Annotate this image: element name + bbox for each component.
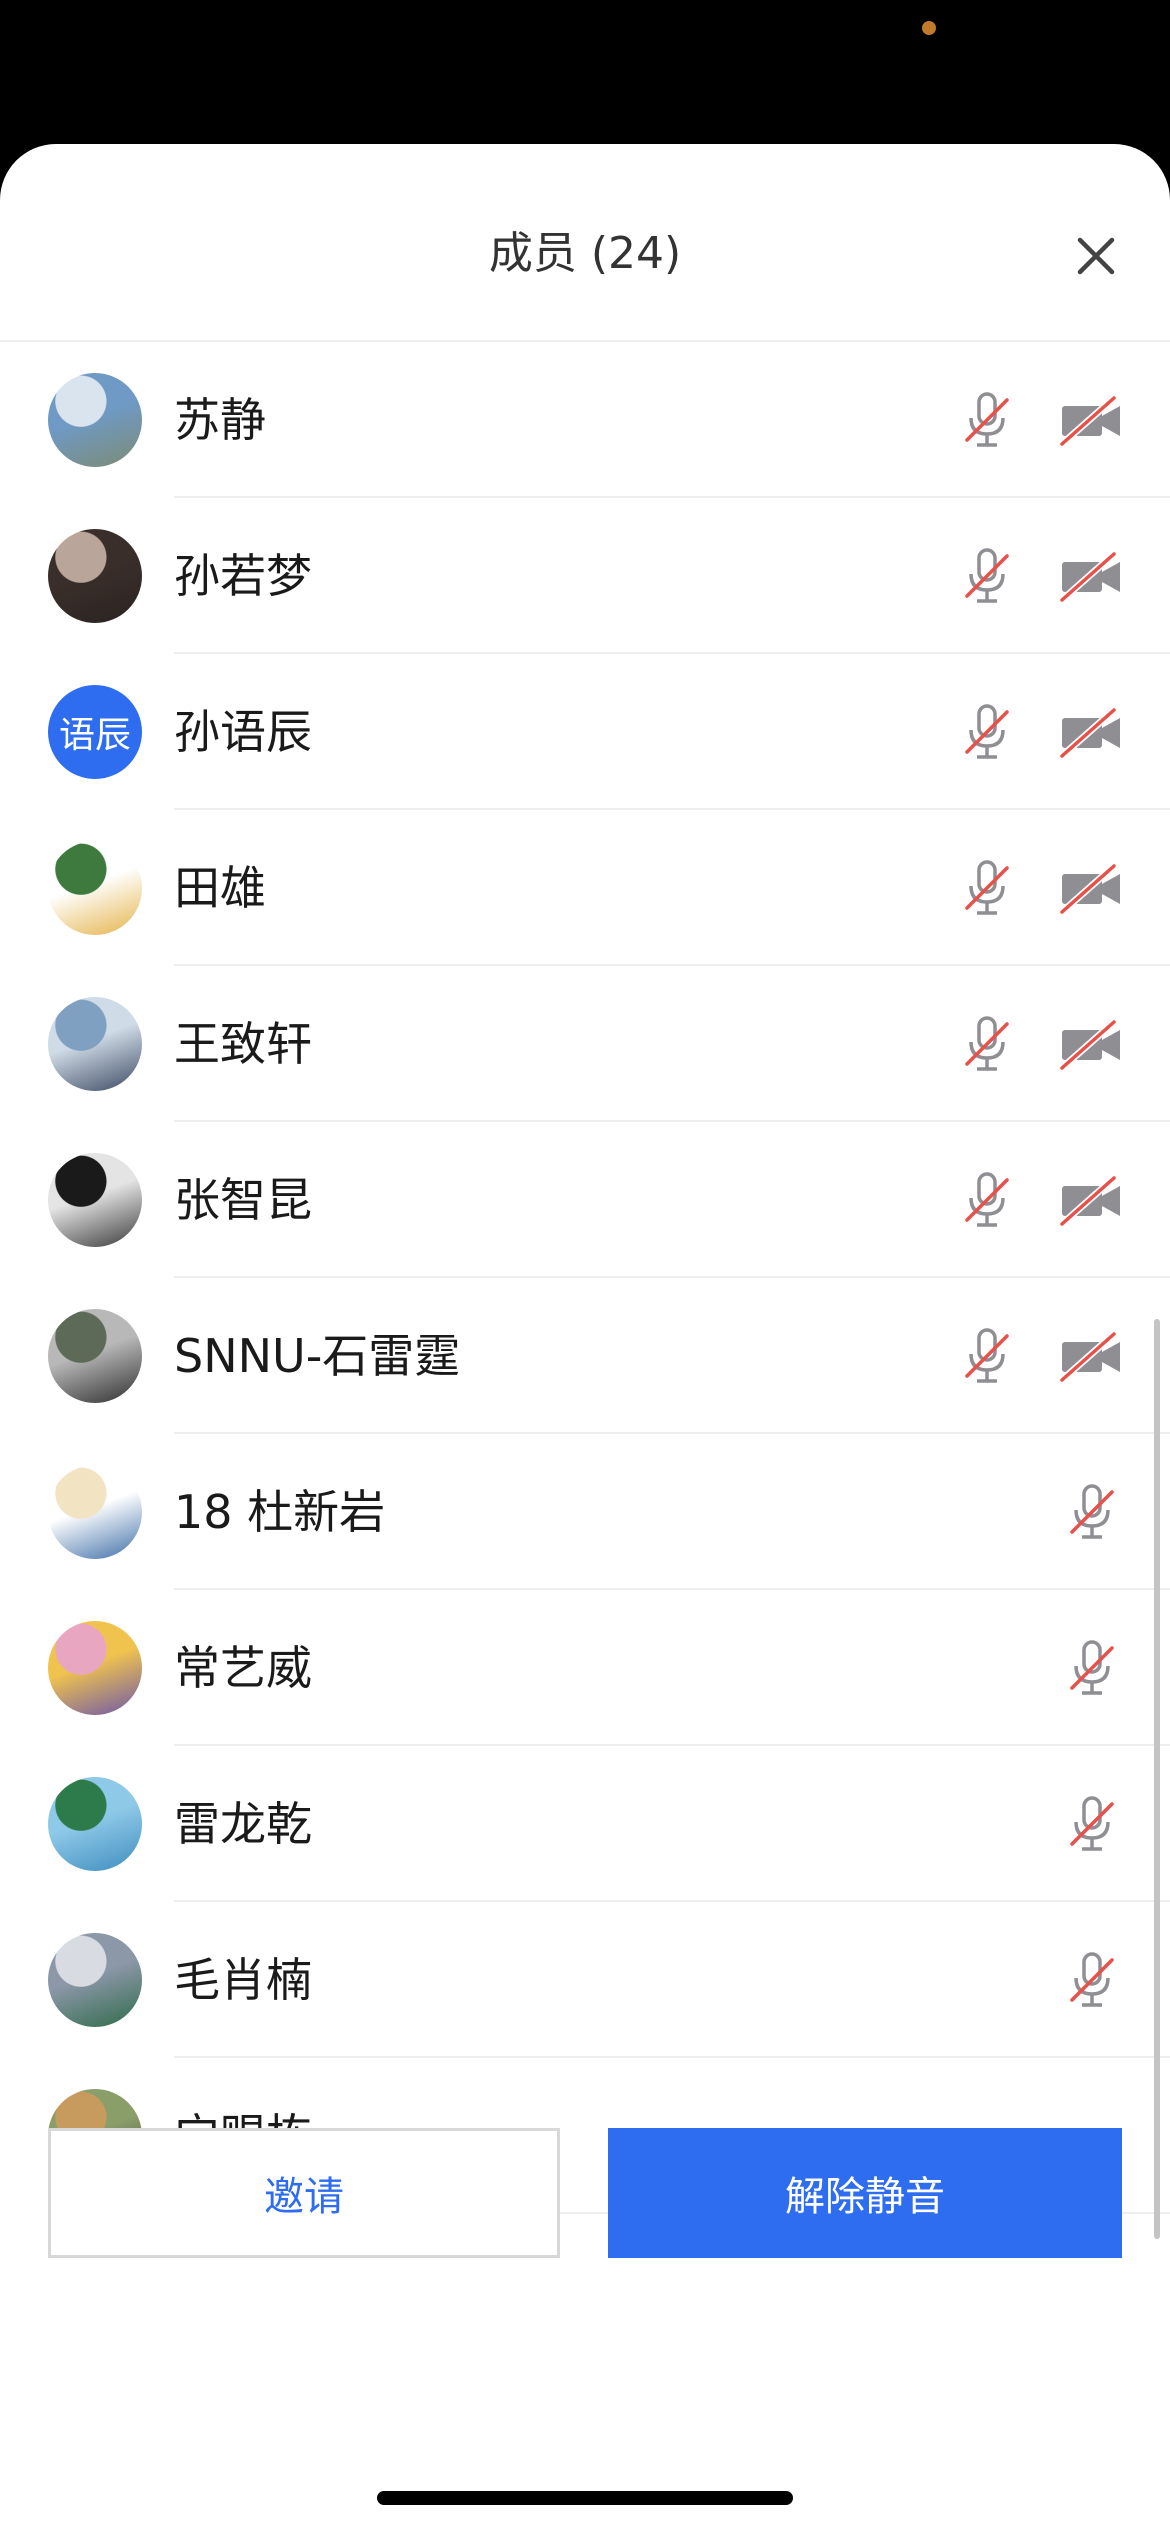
member-row[interactable]: 苏静: [0, 342, 1170, 498]
member-name: 苏静: [174, 393, 266, 447]
member-row[interactable]: 毛肖楠: [0, 1902, 1170, 2058]
member-name: 孙若梦: [174, 549, 312, 603]
members-sheet: 成员 (24) 苏静 孙若梦 语辰 孙语辰 田雄 王致轩 张智昆 SNNU-石雷…: [0, 144, 1170, 2532]
camera-off-icon[interactable]: [1058, 1324, 1124, 1388]
avatar: [48, 529, 142, 623]
member-row[interactable]: SNNU-石雷霆: [0, 1278, 1170, 1434]
member-name: 18 杜新岩: [174, 1485, 386, 1539]
member-name: 孙语辰: [174, 705, 312, 759]
mic-off-icon[interactable]: [1060, 1792, 1124, 1856]
mic-off-icon[interactable]: [1060, 1480, 1124, 1544]
close-icon[interactable]: [1072, 232, 1120, 280]
member-name: 张智昆: [174, 1173, 312, 1227]
avatar: [48, 1621, 142, 1715]
member-row[interactable]: 孙若梦: [0, 498, 1170, 654]
avatar-initials: 语辰: [58, 715, 131, 756]
mic-off-icon[interactable]: [955, 544, 1019, 608]
avatar: [48, 1933, 142, 2027]
unmute-all-button[interactable]: 解除静音: [608, 2128, 1122, 2258]
member-name: 雷龙乾: [174, 1797, 312, 1851]
member-row[interactable]: 18 杜新岩: [0, 1434, 1170, 1590]
sheet-title: 成员 (24): [488, 228, 682, 279]
mic-off-icon[interactable]: [955, 1324, 1019, 1388]
camera-off-icon[interactable]: [1058, 856, 1124, 920]
mic-off-icon[interactable]: [955, 856, 1019, 920]
member-row[interactable]: 张智昆: [0, 1122, 1170, 1278]
member-row[interactable]: 王致轩: [0, 966, 1170, 1122]
mic-off-icon[interactable]: [955, 1168, 1019, 1232]
camera-off-icon[interactable]: [1058, 1168, 1124, 1232]
mic-off-icon[interactable]: [955, 1012, 1019, 1076]
member-row[interactable]: 雷龙乾: [0, 1746, 1170, 1902]
avatar: [48, 1153, 142, 1247]
sheet-header: 成员 (24): [0, 144, 1170, 342]
camera-off-icon[interactable]: [1058, 388, 1124, 452]
mic-off-icon[interactable]: [1060, 1636, 1124, 1700]
avatar: 语辰: [48, 685, 142, 779]
avatar: [48, 1309, 142, 1403]
member-name: 毛肖楠: [174, 1953, 312, 2007]
mic-off-icon[interactable]: [955, 388, 1019, 452]
avatar: [48, 841, 142, 935]
camera-indicator-dot: [922, 21, 936, 35]
member-row[interactable]: 语辰 孙语辰: [0, 654, 1170, 810]
member-name: SNNU-石雷霆: [174, 1329, 461, 1383]
mic-off-icon[interactable]: [1060, 1948, 1124, 2012]
member-row[interactable]: 田雄: [0, 810, 1170, 966]
member-name: 常艺威: [174, 1641, 312, 1695]
mic-off-icon[interactable]: [955, 700, 1019, 764]
avatar: [48, 1777, 142, 1871]
home-indicator: [377, 2491, 793, 2505]
camera-off-icon[interactable]: [1058, 1012, 1124, 1076]
member-name: 田雄: [174, 861, 266, 915]
member-name: 王致轩: [174, 1017, 312, 1071]
avatar: [48, 997, 142, 1091]
scrollbar[interactable]: [1154, 1319, 1160, 2239]
camera-off-icon[interactable]: [1058, 700, 1124, 764]
avatar: [48, 373, 142, 467]
avatar: [48, 1465, 142, 1559]
member-list: 苏静 孙若梦 语辰 孙语辰 田雄 王致轩 张智昆 SNNU-石雷霆 18 杜新岩…: [0, 342, 1170, 2214]
camera-off-icon[interactable]: [1058, 544, 1124, 608]
invite-button[interactable]: 邀请: [48, 2128, 560, 2258]
member-row[interactable]: 常艺威: [0, 1590, 1170, 1746]
